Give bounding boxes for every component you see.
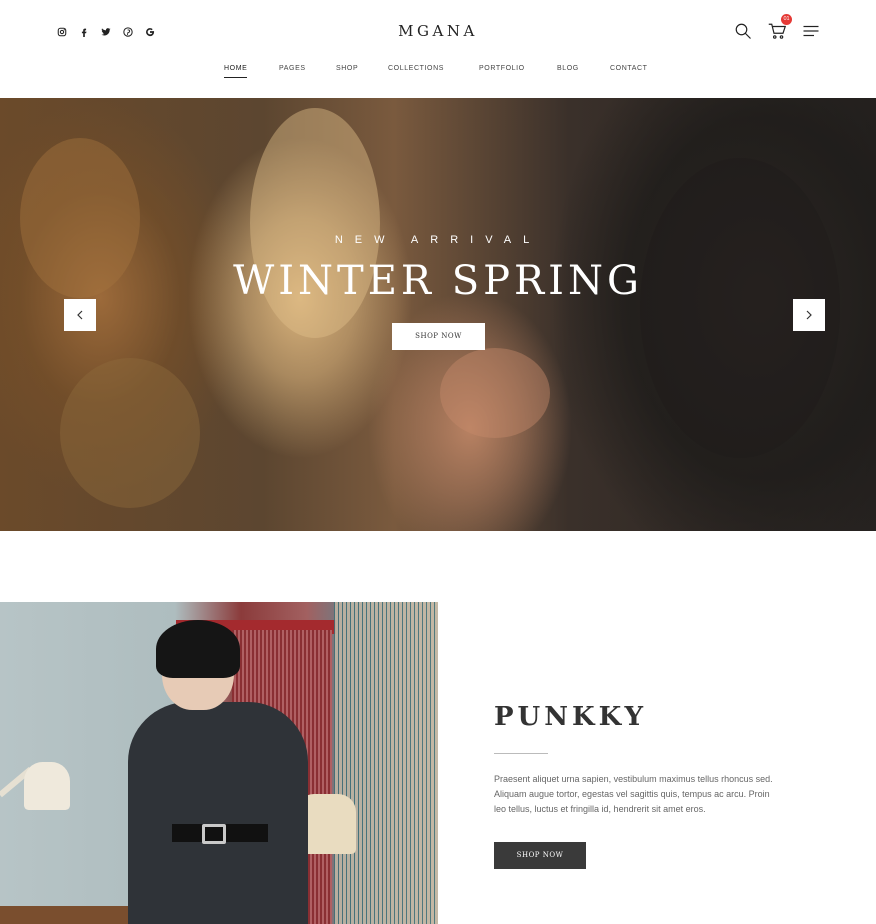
cart-count-badge: 01 <box>781 14 792 25</box>
hero-slider: NEW ARRIVAL WINTER SPRING SHOP NOW <box>0 98 876 531</box>
cart-icon[interactable]: 01 <box>768 14 792 40</box>
hero-title: WINTER SPRING <box>233 258 643 304</box>
feature-description: Praesent aliquet urna sapien, vestibulum… <box>494 774 773 814</box>
nav-home[interactable]: HOME <box>224 65 248 78</box>
header-tools: 01 <box>734 14 820 40</box>
nav-portfolio[interactable]: PORTFOLIO <box>479 65 525 72</box>
hero-background-foliage <box>60 358 200 508</box>
menu-icon[interactable] <box>802 22 820 40</box>
nav-blog[interactable]: BLOG <box>557 65 579 72</box>
image-detail <box>24 762 70 810</box>
nav-pages[interactable]: PAGES <box>279 65 306 72</box>
image-model-hair <box>156 620 240 678</box>
chevron-right-icon <box>806 310 812 320</box>
feature-divider <box>494 753 548 754</box>
feature-shop-now-button[interactable]: SHOP NOW <box>494 842 586 869</box>
main-nav: HOME PAGES SHOP COLLECTIONS PORTFOLIO BL… <box>0 65 876 83</box>
feature-title: PUNKKY <box>494 702 648 732</box>
nav-shop[interactable]: SHOP <box>336 65 358 72</box>
hero-shop-now-button[interactable]: SHOP NOW <box>392 323 485 350</box>
nav-collections[interactable]: COLLECTIONS <box>388 65 444 72</box>
image-detail <box>0 906 130 924</box>
slider-prev-button[interactable] <box>64 299 96 331</box>
hero-model-figure <box>440 348 550 438</box>
image-model-buckle <box>202 824 226 844</box>
hero-subtitle: NEW ARRIVAL <box>334 234 542 246</box>
image-detail <box>334 602 438 924</box>
slider-next-button[interactable] <box>793 299 825 331</box>
nav-contact[interactable]: CONTACT <box>610 65 648 72</box>
site-header: MGANA 01 HOME PAGES SHOP COLLECTIONS POR… <box>0 0 876 98</box>
search-icon[interactable] <box>734 22 752 40</box>
feature-image <box>0 602 438 924</box>
chevron-left-icon <box>77 310 83 320</box>
image-model-body <box>128 702 308 924</box>
